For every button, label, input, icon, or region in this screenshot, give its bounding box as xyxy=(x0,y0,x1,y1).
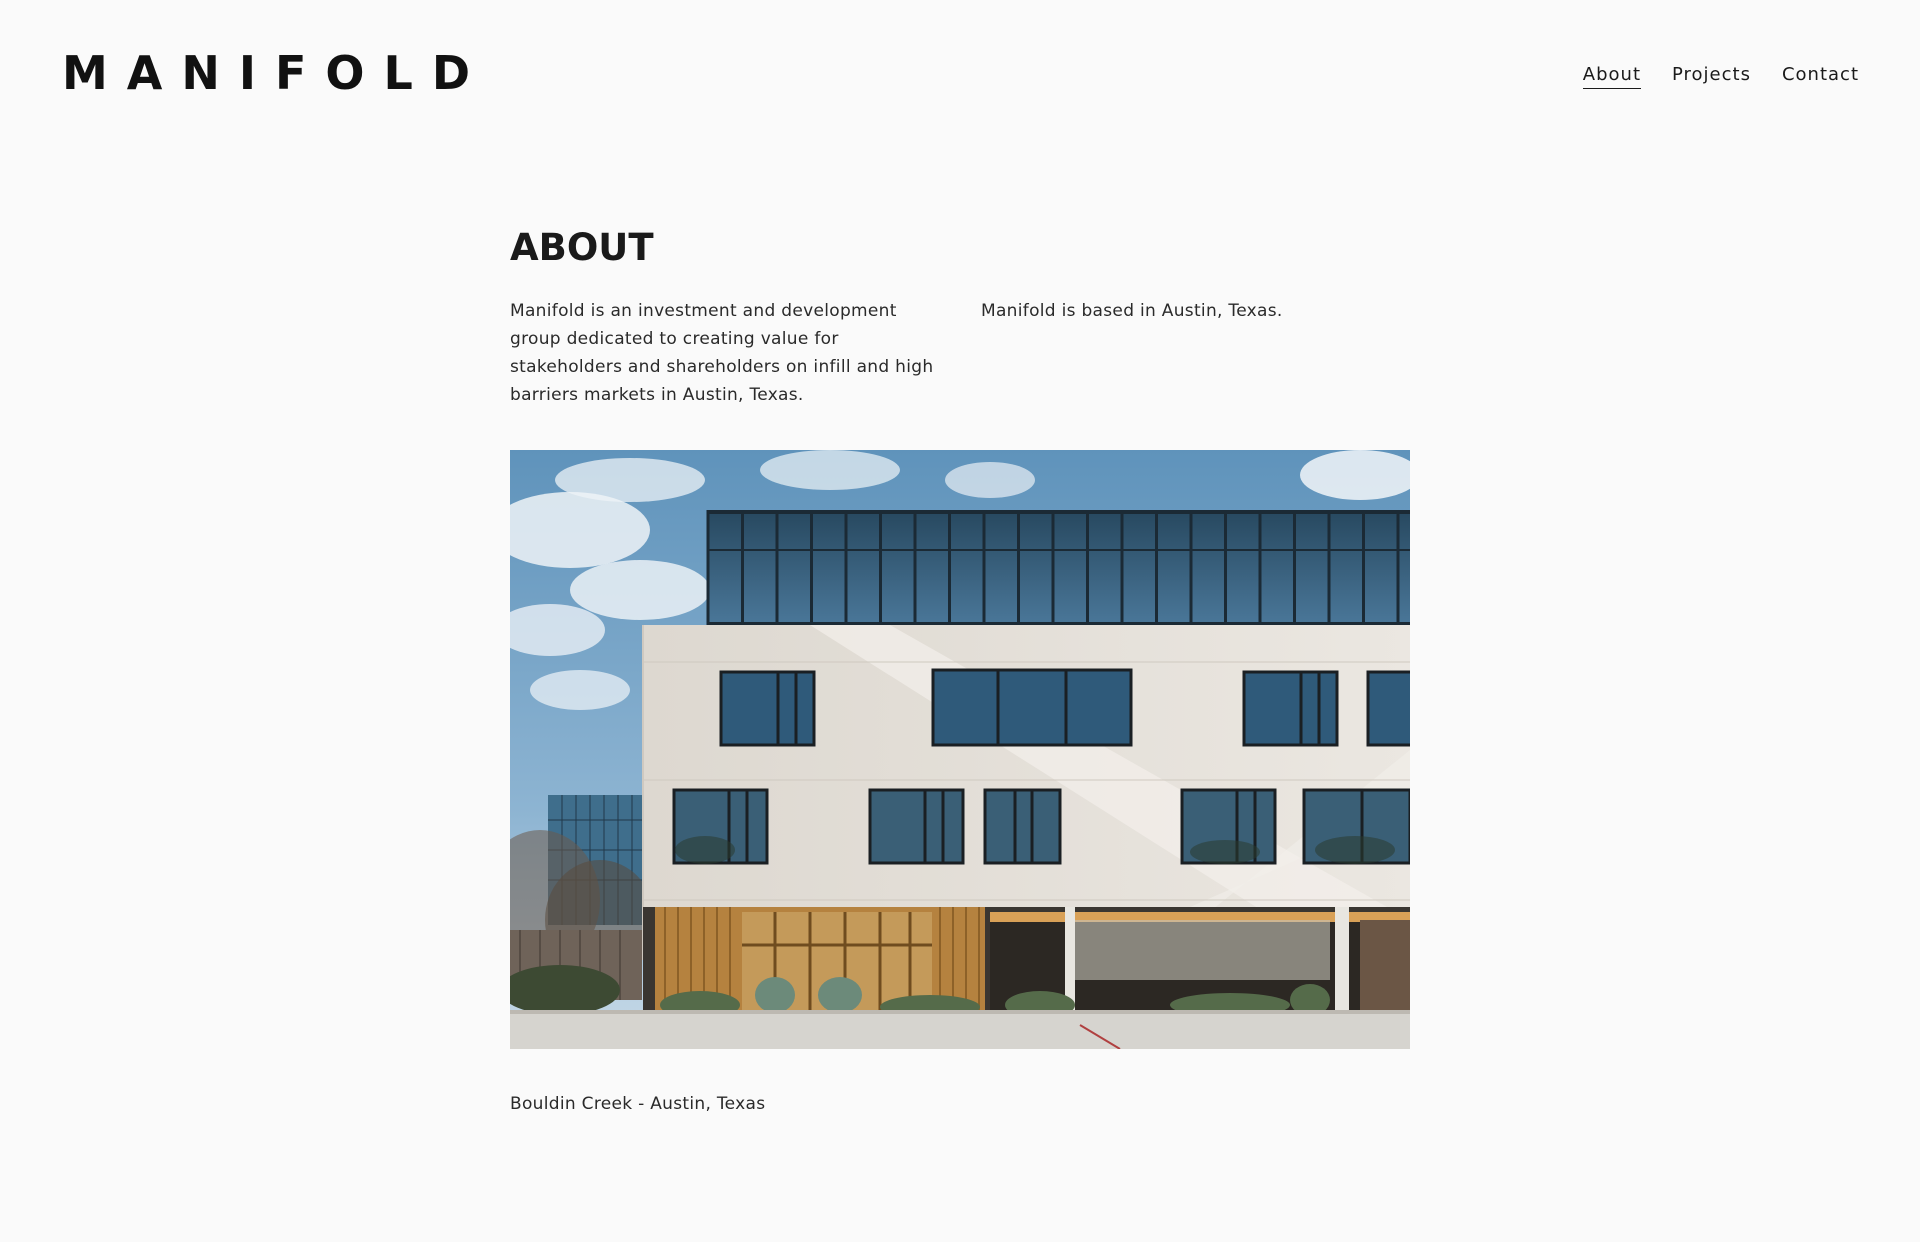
site-logo[interactable]: MANIFOLD xyxy=(62,50,489,96)
page: MANIFOLD About Projects Contact ABOUT Ma… xyxy=(0,0,1920,1242)
building-photo xyxy=(510,450,1410,1049)
main-nav: About Projects Contact xyxy=(1582,64,1859,89)
intro-text-right: Manifold is based in Austin, Texas. xyxy=(981,301,1283,321)
nav-link-contact[interactable]: Contact xyxy=(1782,64,1859,89)
nav-link-projects[interactable]: Projects xyxy=(1672,64,1751,89)
image-caption: Bouldin Creek - Austin, Texas xyxy=(510,1094,766,1114)
page-title: ABOUT xyxy=(510,226,654,269)
nav-link-about[interactable]: About xyxy=(1582,64,1641,89)
intro-columns: Manifold is an investment and developmen… xyxy=(510,297,1410,409)
intro-text-left: Manifold is an investment and developmen… xyxy=(510,301,934,405)
